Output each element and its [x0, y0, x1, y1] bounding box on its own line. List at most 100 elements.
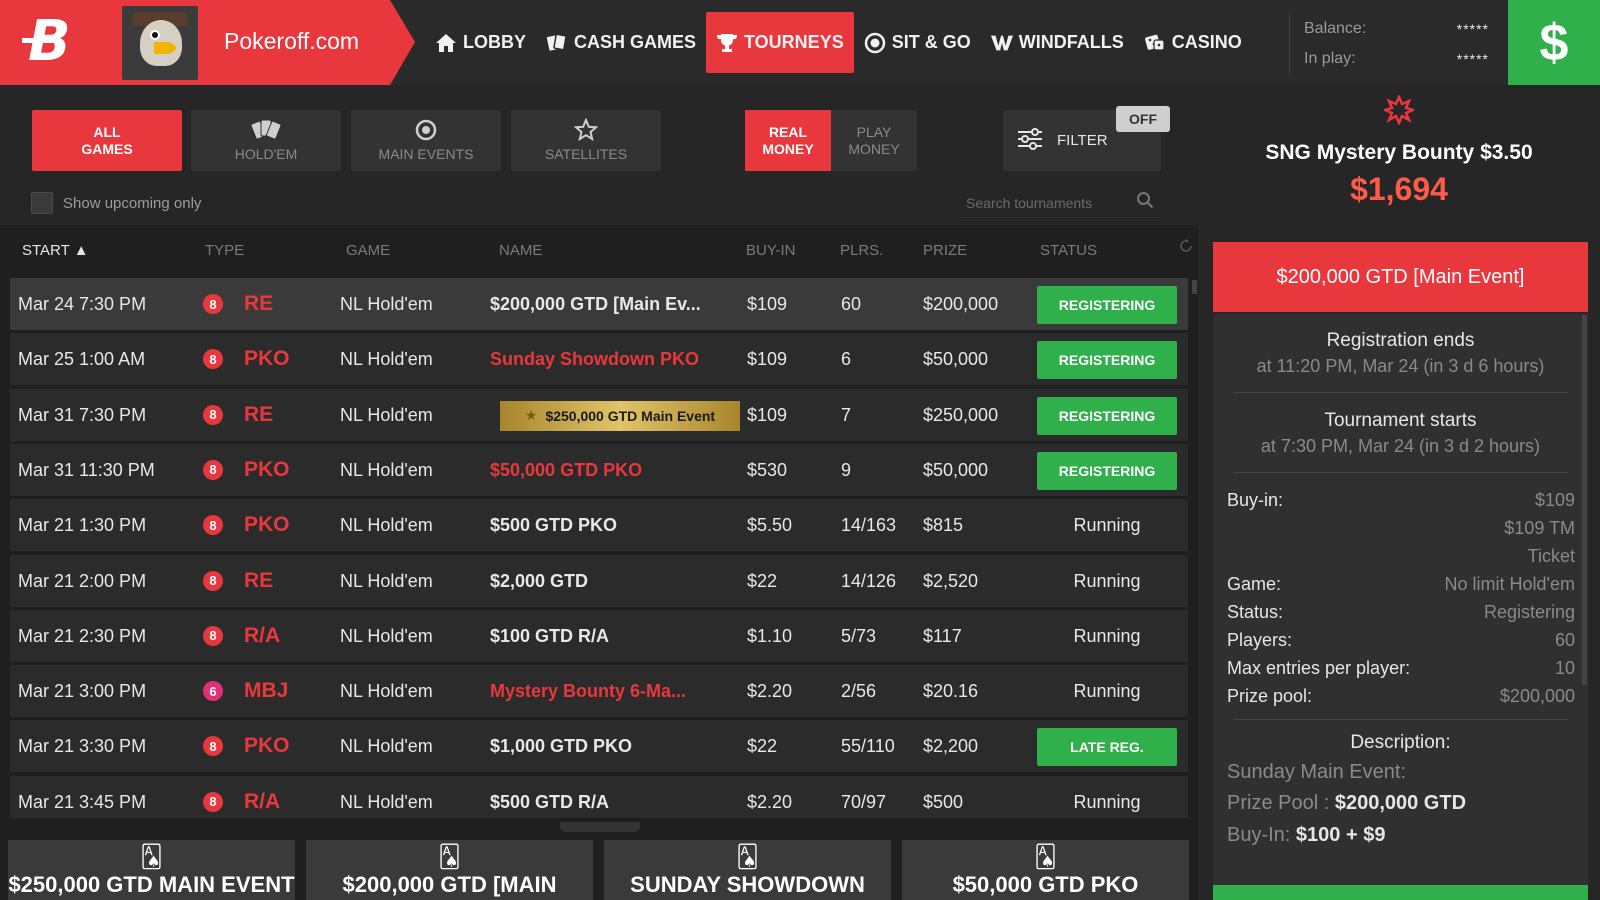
tab-satellites[interactable]: SATELLITES	[511, 110, 661, 171]
upcoming-checkbox[interactable]	[31, 192, 53, 214]
nav-casino[interactable]: CASINO	[1134, 12, 1252, 73]
table-size-icon: 8	[203, 791, 223, 812]
table-row[interactable]: Mar 21 2:30 PM 8 R/A NL Hold'em $100 GTD R/A…	[10, 609, 1188, 663]
tab-main-events[interactable]: MAIN EVENTS	[351, 110, 501, 171]
table-size-icon: 8	[203, 459, 223, 480]
register-button[interactable]	[1213, 885, 1588, 900]
tab-holdem[interactable]: HOLD'EM	[191, 110, 341, 171]
column-name[interactable]: NAME	[499, 242, 542, 259]
dice-icon	[1144, 32, 1166, 54]
buy-in: $109	[747, 404, 788, 425]
nav-lobby[interactable]: LOBBY	[425, 12, 536, 73]
status-text: Running	[1073, 681, 1141, 702]
table-row[interactable]: Mar 21 3:00 PM 6 MBJ NL Hold'em Mystery Boun…	[10, 665, 1188, 719]
in-play-label: In play:	[1304, 50, 1356, 67]
status-button[interactable]: REGISTERING	[1037, 451, 1177, 490]
search-box[interactable]	[960, 188, 1160, 218]
selected-tournament-title[interactable]: $200,000 GTD [Main Event]	[1213, 242, 1588, 312]
panel-scrollbar[interactable]	[1582, 315, 1587, 685]
table-row[interactable]: Mar 21 3:45 PM 8 R/A NL Hold'em $500 GTD R/A…	[10, 775, 1188, 818]
featured-prize: $1,694	[1350, 171, 1448, 207]
table-row[interactable]: Mar 31 11:30 PM 8 PKO NL Hold'em $50,000 GTD…	[10, 443, 1188, 497]
tab-all-games[interactable]: ALL GAMES	[32, 110, 182, 171]
game-type: NL Hold'em	[340, 349, 433, 370]
tournament-name: $2,000 GTD	[490, 570, 589, 591]
prize: $2,200	[923, 736, 979, 757]
brand-logo[interactable]: B	[22, 14, 96, 70]
balance-box[interactable]: Balance: ***** In play: *****	[1289, 14, 1489, 74]
tournament-starts: Tournament starts at 7:30 PM, Mar 24 (in…	[1260, 410, 1541, 456]
buy-in: $530	[747, 459, 788, 480]
tournament-name: $100 GTD R/A	[490, 625, 610, 646]
table-row[interactable]: Mar 21 1:30 PM 8 PKO NL Hold'em $500 GTD PKO…	[10, 499, 1188, 553]
brand-area[interactable]: B Pokeroff.com	[0, 0, 415, 85]
promo-banner[interactable]: 🂡 $200,000 GTD [MAIN EVENT]	[306, 840, 593, 900]
table-row[interactable]: Mar 25 1:00 AM 8 PKO NL Hold'em Sunday Showd…	[10, 333, 1188, 387]
players: 60	[841, 294, 862, 314]
table-size-icon: 8	[203, 404, 223, 425]
nav-windfalls[interactable]: WINDFALLS	[981, 12, 1134, 73]
filter-state-badge[interactable]: OFF	[1116, 106, 1170, 132]
table-size-icon: 8	[203, 736, 223, 757]
status-button[interactable]: REGISTERING	[1037, 286, 1177, 324]
cards-icon: 🂡	[1034, 844, 1057, 869]
buy-in: $109	[747, 349, 788, 370]
players: 14/163	[841, 515, 897, 536]
prize: $200,000	[923, 294, 999, 314]
search-input[interactable]	[966, 194, 1136, 211]
avatar[interactable]	[122, 6, 198, 80]
column-players[interactable]: PLRS.	[840, 242, 883, 259]
balance-value: *****	[1456, 21, 1489, 37]
column-prize[interactable]: PRIZE	[923, 242, 967, 259]
tab-label: HOLD'EM	[234, 146, 298, 162]
tab-label: ALL GAMES	[81, 123, 133, 157]
promo-banner[interactable]: 🂡 $50,000 GTD PKO	[902, 840, 1189, 900]
refresh-icon[interactable]	[1180, 239, 1192, 257]
table-scrollbar[interactable]	[1192, 280, 1197, 294]
promo-banner[interactable]: 🂡 $250,000 GTD MAIN EVENT	[8, 840, 295, 900]
table-row[interactable]: Mar 24 7:30 PM 8 RE NL Hold'em $200,000 GTD …	[10, 278, 1188, 331]
game-type: NL Hold'em	[340, 404, 433, 425]
start-time: Mar 25 1:00 AM	[18, 349, 146, 370]
in-play-value: *****	[1456, 51, 1489, 67]
description-prize-pool: Prize Pool : $200,000 GTD	[1227, 792, 1467, 814]
promo-banner[interactable]: 🂡 SUNDAY SHOWDOWN PKO	[604, 840, 891, 900]
status-button[interactable]: LATE REG.	[1037, 728, 1177, 767]
status-text: Running	[1073, 515, 1141, 536]
nav-sit-and-go[interactable]: SIT & GO	[854, 12, 981, 73]
search-icon[interactable]	[1136, 191, 1154, 214]
filter-label: FILTER	[1057, 132, 1108, 149]
tournament-type: RE	[244, 402, 274, 426]
table-size-icon: 8	[203, 349, 223, 370]
upcoming-toggle[interactable]: Show upcoming only	[31, 192, 201, 214]
tournament-name: $50,000 GTD PKO	[490, 459, 643, 480]
registration-ends: Registration ends at 11:20 PM, Mar 24 (i…	[1256, 330, 1545, 376]
table-row[interactable]: Mar 21 2:00 PM 8 RE NL Hold'em $2,000 GTD $22…	[10, 554, 1188, 608]
status-button[interactable]: REGISTERING	[1037, 341, 1177, 380]
tournament-list: Mar 24 7:30 PM 8 RE NL Hold'em $200,000 GTD …	[10, 278, 1188, 818]
status-text: Running	[1073, 791, 1141, 812]
featured-title[interactable]: SNG Mystery Bounty $3.50	[1198, 141, 1600, 165]
tournament-name: Mystery Bounty 6-Ma...	[490, 681, 687, 702]
cashier-button[interactable]: $	[1508, 0, 1600, 85]
start-time: Mar 21 1:30 PM	[18, 515, 147, 536]
column-status[interactable]: STATUS	[1040, 242, 1097, 259]
real-money-toggle[interactable]: REAL MONEY	[745, 110, 831, 171]
game-type: NL Hold'em	[340, 736, 433, 757]
prize: $50,000	[923, 349, 989, 370]
nav-cash-games[interactable]: CASH GAMES	[536, 12, 706, 73]
table-row[interactable]: Mar 31 7:30 PM 8 RE NL Hold'em ★ $250,000 GTD…	[10, 388, 1188, 442]
column-buyin[interactable]: BUY-IN	[746, 242, 795, 259]
column-type[interactable]: TYPE	[205, 242, 244, 259]
column-start[interactable]: START ▲	[22, 242, 89, 259]
nav-tourneys[interactable]: TOURNEYS	[706, 12, 854, 73]
play-money-toggle[interactable]: PLAY MONEY	[831, 110, 917, 171]
status-button[interactable]: REGISTERING	[1037, 396, 1177, 435]
start-time: Mar 21 3:30 PM	[18, 736, 147, 757]
table-row[interactable]: Mar 21 3:30 PM 8 PKO NL Hold'em $1,000 GTD P…	[10, 720, 1188, 774]
game-type: NL Hold'em	[340, 570, 433, 591]
tournament-type: PKO	[244, 347, 290, 371]
game-type: NL Hold'em	[340, 515, 433, 536]
column-game[interactable]: GAME	[346, 242, 390, 259]
prize: $500	[923, 791, 964, 812]
